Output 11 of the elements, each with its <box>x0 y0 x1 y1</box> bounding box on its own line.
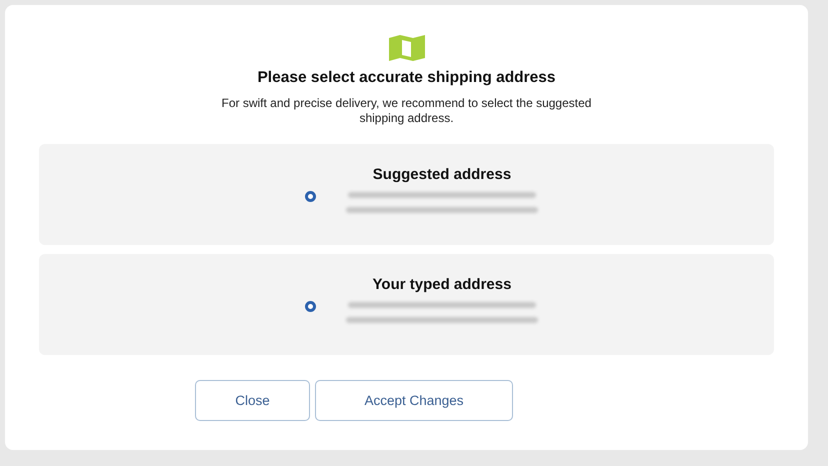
dialog-title: Please select accurate shipping address <box>257 69 556 87</box>
accept-button[interactable]: Accept Changes <box>315 380 513 421</box>
blurred-address-icon <box>346 192 538 213</box>
radio-button[interactable] <box>305 301 316 312</box>
option-title: Suggested address <box>372 166 512 183</box>
radio-button[interactable] <box>305 191 316 202</box>
dialog-subtitle: For swift and precise delivery, we recommend to select the suggested shipping address. <box>220 96 592 126</box>
option-title: Your typed address <box>372 276 512 293</box>
close-button[interactable]: Close <box>195 380 310 421</box>
blurred-address-icon <box>346 302 538 323</box>
map-icon <box>388 35 424 61</box>
